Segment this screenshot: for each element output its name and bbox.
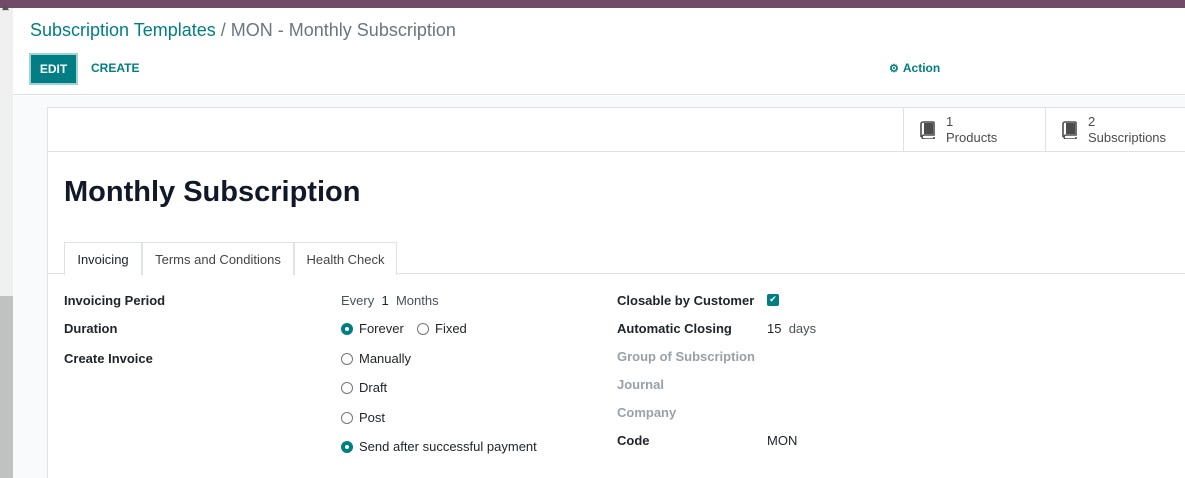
book-icon	[1062, 121, 1077, 139]
radio-unchecked-icon	[341, 411, 353, 424]
duration-label: Duration	[64, 321, 118, 336]
products-count: 1	[946, 114, 954, 129]
record-title: Monthly Subscription	[64, 176, 361, 208]
control-panel: Subscription Templates / MON - Monthly S…	[13, 8, 1185, 95]
invoicing-period-value[interactable]: Every 1 Months	[341, 293, 439, 308]
tab-health-check[interactable]: Health Check	[294, 242, 397, 275]
create-invoice-draft-label: Draft	[359, 380, 388, 395]
code-value[interactable]: MON	[767, 433, 797, 448]
duration-fixed-label: Fixed	[435, 321, 467, 336]
automatic-closing-unit: days	[788, 321, 817, 336]
automatic-closing-value[interactable]: 15 days	[767, 321, 816, 336]
duration-fixed-radio[interactable]: Fixed	[417, 321, 467, 336]
scroll-up-icon[interactable]: ▲	[2, 2, 9, 12]
radio-unchecked-icon	[341, 381, 353, 394]
invoicing-period-number: 1	[381, 293, 389, 308]
duration-forever-label: Forever	[359, 321, 404, 336]
action-menu-label: Action	[902, 61, 941, 75]
create-invoice-post-label: Post	[359, 410, 386, 425]
invoicing-period-label: Invoicing Period	[64, 293, 166, 308]
create-invoice-manually-label: Manually	[359, 351, 412, 366]
code-label: Code	[617, 433, 650, 448]
create-invoice-draft-radio[interactable]: Draft	[341, 380, 387, 395]
subscriptions-label: Subscriptions	[1088, 130, 1167, 145]
invoicing-period-unit: Months	[395, 293, 439, 308]
top-navbar	[0, 0, 1185, 8]
checkmark-icon: ✔	[769, 295, 777, 305]
company-label: Company	[617, 405, 677, 420]
smart-button-box: 1 Products 2 Subscriptions	[48, 108, 1185, 152]
journal-label: Journal	[617, 377, 664, 392]
breadcrumb-current: MON - Monthly Subscription	[230, 20, 456, 40]
products-stat-button[interactable]: 1 Products	[903, 108, 1045, 152]
scrollbar-thumb[interactable]	[0, 296, 13, 478]
radio-unchecked-icon	[341, 352, 353, 365]
notebook-tabs: Invoicing Terms and Conditions Health Ch…	[48, 242, 1185, 275]
create-invoice-post-radio[interactable]: Post	[341, 410, 385, 425]
breadcrumb-separator: /	[215, 20, 231, 40]
radio-checked-icon	[341, 440, 353, 453]
edit-button[interactable]: EDIT	[29, 53, 78, 85]
group-of-subscription-label: Group of Subscription	[617, 349, 755, 364]
automatic-closing-number: 15	[767, 321, 782, 336]
radio-checked-icon	[341, 322, 353, 335]
radio-unchecked-icon	[417, 322, 429, 335]
breadcrumb: Subscription Templates / MON - Monthly S…	[30, 20, 456, 41]
action-menu[interactable]: ⚙ Action	[889, 61, 940, 75]
subscriptions-stat-button[interactable]: 2 Subscriptions	[1045, 108, 1185, 152]
tab-invoicing[interactable]: Invoicing	[64, 242, 142, 275]
create-invoice-send-label: Send after successful payment	[359, 439, 537, 454]
gear-icon: ⚙	[889, 62, 899, 75]
create-button[interactable]: CREATE	[91, 61, 139, 75]
products-label: Products	[946, 130, 998, 145]
create-invoice-manually-radio[interactable]: Manually	[341, 351, 411, 366]
closable-by-customer-checkbox[interactable]: ✔	[767, 294, 779, 306]
create-invoice-label: Create Invoice	[64, 351, 153, 366]
closable-by-customer-label: Closable by Customer	[617, 293, 755, 308]
tab-terms-and-conditions[interactable]: Terms and Conditions	[142, 242, 294, 275]
automatic-closing-label: Automatic Closing	[617, 321, 732, 336]
form-sheet: 1 Products 2 Subscriptions Monthly Subsc…	[47, 107, 1185, 478]
duration-forever-radio[interactable]: Forever	[341, 321, 404, 336]
create-invoice-send-radio[interactable]: Send after successful payment	[341, 439, 537, 454]
subscriptions-count: 2	[1088, 114, 1096, 129]
breadcrumb-parent-link[interactable]: Subscription Templates	[30, 20, 216, 40]
book-icon	[920, 121, 935, 139]
scrollbar[interactable]: ▲	[0, 2, 13, 478]
invoicing-period-prefix: Every	[341, 293, 375, 308]
